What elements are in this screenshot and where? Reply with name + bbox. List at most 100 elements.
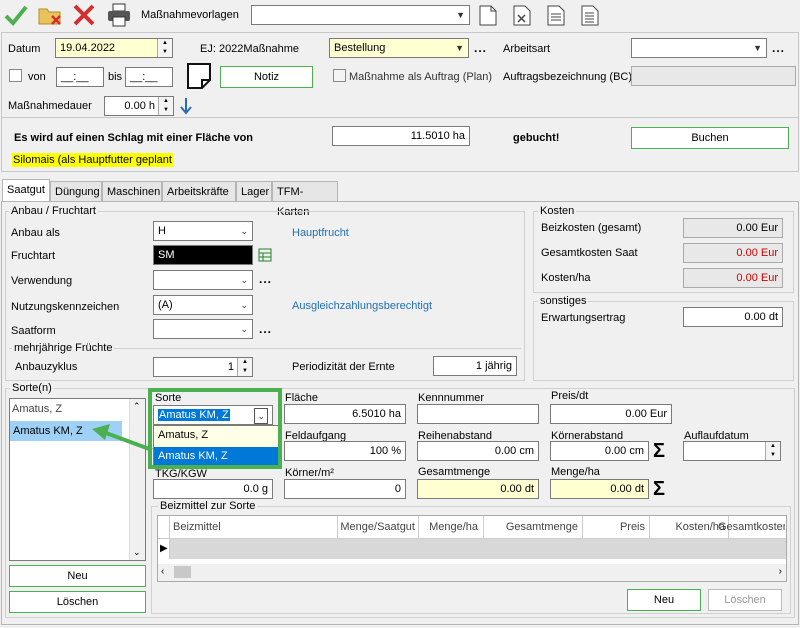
edit-document-icon[interactable] <box>547 5 565 26</box>
note-icon[interactable] <box>186 62 212 90</box>
copy-document-icon[interactable] <box>581 5 599 26</box>
kosten-ha-field[interactable]: 0.00 Eur <box>683 268 783 288</box>
datum-spin-icon[interactable]: ▲ ▼ <box>157 39 172 57</box>
preis-label: Preis/dt <box>551 390 589 402</box>
gesamtmenge-label: Gesamtmenge <box>418 466 491 478</box>
tab-arbeitskraefte[interactable]: Arbeitskräfte <box>162 181 236 201</box>
kennnummer-field[interactable] <box>417 404 539 424</box>
beiz-value: 0.00 Eur <box>736 222 778 234</box>
column-header[interactable]: Menge/ha <box>420 521 478 533</box>
column-header[interactable]: Kosten/ha <box>651 521 725 533</box>
auftragsbez-field[interactable] <box>631 66 796 86</box>
tab-maschinen[interactable]: Maschinen <box>102 181 162 201</box>
menge-field[interactable]: 0.00 dt <box>550 479 649 499</box>
column-header[interactable]: Gesamtkosten <box>718 521 785 533</box>
tab-lager[interactable]: Lager <box>236 181 272 201</box>
booking-flaeche-field[interactable]: 11.5010 ha <box>332 126 470 146</box>
chevron-down-icon: ⌄ <box>240 300 248 310</box>
beizmittel-neu-button[interactable]: Neu <box>627 589 701 611</box>
dauer-value: 0.00 h <box>124 100 155 112</box>
dauer-spin-icon[interactable]: ▲ ▼ <box>158 97 173 115</box>
auflaufdatum-spin-icon[interactable]: ▲ ▼ <box>765 442 780 460</box>
periodizitaet-label: Periodizität der Ernte <box>292 361 395 373</box>
checkmark-icon[interactable] <box>4 4 28 26</box>
anbauzyklus-spin-icon[interactable]: ▲ ▼ <box>237 358 252 376</box>
scroll-right-icon[interactable]: › <box>779 566 782 577</box>
scroll-left-icon[interactable]: ‹ <box>161 566 164 577</box>
ertrag-field[interactable]: 0.00 dt <box>683 307 783 327</box>
datum-value: 19.04.2022 <box>60 42 116 54</box>
horizontal-scrollbar[interactable]: ‹ › <box>158 564 786 581</box>
scroll-up-icon[interactable]: ⌃ <box>133 401 141 412</box>
reihenabstand-value: 0.00 cm <box>494 445 534 457</box>
koernerabstand-field[interactable]: 0.00 cm <box>550 441 649 461</box>
datum-field[interactable]: 19.04.2022 ▲ ▼ <box>55 38 173 58</box>
print-icon[interactable] <box>106 3 132 27</box>
beizmittel-loeschen-button[interactable]: Löschen <box>708 589 782 611</box>
beiz-field[interactable]: 0.00 Eur <box>683 218 783 238</box>
column-header[interactable]: Preis <box>584 521 645 533</box>
kosten-title: Kosten <box>538 205 577 217</box>
periodizitaet-field[interactable]: 1 jährig <box>433 356 517 376</box>
nutzung-info: Ausgleichzahlungsberechtigt <box>292 300 433 312</box>
nutzung-select[interactable]: (A) ⌄ <box>153 295 253 315</box>
sorten-loeschen-button[interactable]: Löschen <box>9 591 146 613</box>
koerner-field[interactable]: 0 <box>284 479 406 499</box>
list-item[interactable]: Amatus, Z <box>12 403 62 415</box>
sum-icon[interactable]: Σ <box>653 479 665 499</box>
arbeitsart-more-button[interactable]: ... <box>772 41 785 55</box>
delete-icon[interactable] <box>72 4 96 26</box>
column-header[interactable]: Gesamtmenge <box>485 521 578 533</box>
anbau-als-label: Anbau als <box>11 227 60 239</box>
notiz-button[interactable]: Notiz <box>220 66 313 88</box>
saatform-more-button[interactable]: ... <box>259 322 272 336</box>
scroll-down-icon[interactable]: ⌄ <box>133 547 141 558</box>
fruchtart-field[interactable]: SM <box>153 245 253 265</box>
von-field[interactable]: __:__ <box>56 67 104 87</box>
anbauzyklus-value: 1 <box>227 361 234 373</box>
delete-document-icon[interactable] <box>513 5 531 26</box>
verwendung-select[interactable]: ⌄ <box>153 270 253 290</box>
feldaufgang-field[interactable]: 100 % <box>284 441 406 461</box>
preis-value: 0.00 Eur <box>625 408 667 420</box>
beizmittel-grid[interactable]: Beizmittel Menge/Saatgut Menge/ha Gesamt… <box>157 515 787 582</box>
massnahme-select[interactable]: Bestellung ▼ <box>329 38 469 58</box>
von-checkbox[interactable] <box>9 69 22 82</box>
gesamtmenge-field[interactable]: 0.00 dt <box>417 479 539 499</box>
menge-value: 0.00 dt <box>610 483 644 495</box>
sum-icon[interactable]: Σ <box>653 441 665 461</box>
anbau-als-select[interactable]: H ⌄ <box>153 221 253 241</box>
dauer-field[interactable]: 0.00 h ▲ ▼ <box>104 96 174 116</box>
anbauzyklus-label: Anbauzyklus <box>15 361 78 373</box>
buchen-button[interactable]: Buchen <box>631 127 789 149</box>
preis-field[interactable]: 0.00 Eur <box>550 404 672 424</box>
tab-saatgut[interactable]: Saatgut <box>2 179 50 202</box>
sorten-neu-button[interactable]: Neu <box>9 565 146 587</box>
scroll-thumb[interactable] <box>174 566 191 578</box>
verwendung-more-button[interactable]: ... <box>259 272 272 286</box>
koerner-value: 0 <box>394 483 401 495</box>
tab-duengung[interactable]: Düngung <box>50 181 102 201</box>
new-document-icon[interactable] <box>479 5 497 26</box>
arbeitsart-select[interactable]: ▼ <box>631 38 767 58</box>
column-header[interactable]: Menge/Saatgut <box>339 521 415 533</box>
table-row[interactable]: ▶ <box>158 539 786 559</box>
mehrjaehrig-title: mehrjährige Früchte <box>12 342 115 354</box>
table-icon[interactable] <box>258 248 272 262</box>
koernerabstand-value: 0.00 cm <box>604 445 644 457</box>
massnahme-more-button[interactable]: ... <box>474 41 487 55</box>
arrow-down-icon[interactable] <box>180 97 192 115</box>
folder-delete-icon[interactable] <box>38 4 64 26</box>
auftrag-checkbox[interactable] <box>333 69 346 82</box>
bis-field[interactable]: __:__ <box>125 67 173 87</box>
tab-tfm-karten[interactable]: TFM-Karten <box>272 181 338 218</box>
vorlagen-select[interactable]: ▼ <box>251 5 470 25</box>
saatform-select[interactable]: ⌄ <box>153 319 253 339</box>
tkg-field[interactable]: 0.0 g <box>153 479 273 499</box>
anbauzyklus-field[interactable]: 1 ▲ ▼ <box>153 357 253 377</box>
saat-kosten-field[interactable]: 0.00 Eur <box>683 243 783 263</box>
reihenabstand-field[interactable]: 0.00 cm <box>417 441 539 461</box>
flaeche-field[interactable]: 6.5010 ha <box>284 404 406 424</box>
auflaufdatum-field[interactable]: ▲ ▼ <box>683 441 781 461</box>
column-header[interactable]: Beizmittel <box>173 521 221 533</box>
